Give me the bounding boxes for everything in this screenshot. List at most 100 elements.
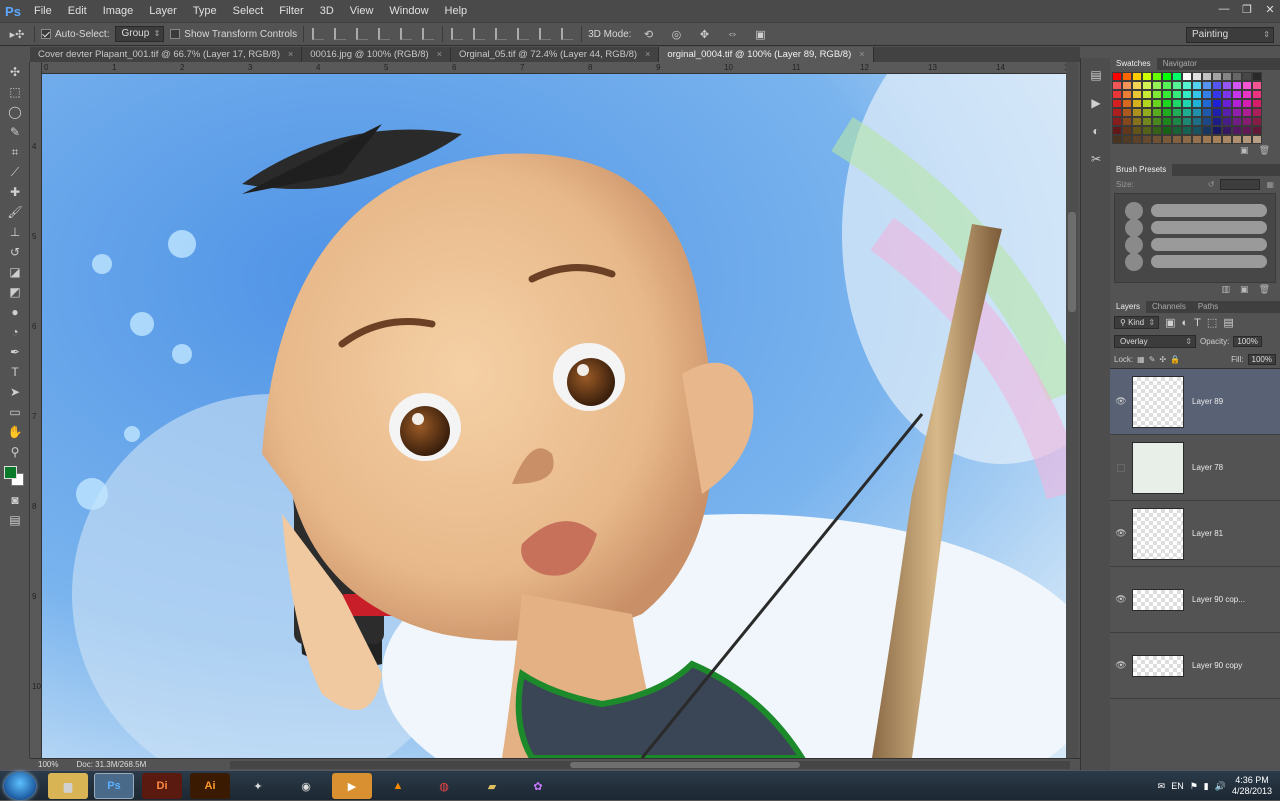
filter-type-icon[interactable]: T [1194,317,1201,329]
3d-roll-icon[interactable]: ◎ [665,26,687,42]
quick-mask-icon[interactable]: ◙ [0,490,30,510]
color-swatch[interactable] [1242,135,1252,144]
distribute-bottom-icon[interactable] [495,28,508,40]
taskbar-app11[interactable]: ✿ [518,773,558,799]
trash-icon[interactable]: 🗑 [1259,284,1270,295]
align-top-icon[interactable] [312,28,325,40]
taskbar-chrome[interactable]: ◍ [424,773,464,799]
color-swatch[interactable] [1152,117,1162,126]
color-swatch[interactable] [1212,135,1222,144]
color-swatch[interactable] [1182,126,1192,135]
color-swatch[interactable] [1232,72,1242,81]
menu-image[interactable]: Image [95,0,142,22]
tab-navigator[interactable]: Navigator [1157,58,1203,70]
color-swatch[interactable] [1182,90,1192,99]
color-swatch[interactable] [1252,72,1262,81]
brush-preset[interactable] [1125,202,1267,220]
color-swatch[interactable] [1162,81,1172,90]
new-swatch-icon[interactable]: ▣ [1240,145,1249,156]
toggle-brush-panel-icon[interactable]: ▥ [1222,284,1231,295]
color-swatch[interactable] [1152,72,1162,81]
tab-document-4[interactable]: orginal_0004.tif @ 100% (Layer 89, RGB/8… [659,47,874,62]
color-swatch[interactable] [1112,90,1122,99]
close-icon[interactable]: × [437,47,442,62]
filter-smart-icon[interactable]: ▤ [1223,316,1233,329]
color-swatch[interactable] [1252,81,1262,90]
color-swatch[interactable] [1122,72,1132,81]
lasso-icon[interactable]: ◯ [0,102,30,122]
volume-icon[interactable]: 🔊 [1215,781,1226,792]
align-left-icon[interactable] [378,28,391,40]
color-swatch[interactable] [1112,117,1122,126]
taskbar-media[interactable]: ▶ [332,773,372,799]
color-swatch[interactable] [1222,117,1232,126]
color-swatch[interactable] [1192,99,1202,108]
distribute-left-icon[interactable] [517,28,530,40]
brush-preset[interactable] [1125,236,1267,254]
workspace-dropdown[interactable]: Painting [1186,27,1274,43]
3d-rotate-icon[interactable]: ⟲ [637,26,659,42]
distribute-right-icon[interactable] [561,28,574,40]
color-swatch[interactable] [1162,135,1172,144]
align-middle-icon[interactable] [334,28,347,40]
eraser-icon[interactable]: ◪ [0,262,30,282]
layer-row[interactable]: Layer 78 [1110,435,1280,501]
opacity-input[interactable]: 100% [1233,336,1262,347]
visibility-off-box[interactable] [1117,463,1125,472]
color-swatch[interactable] [1132,108,1142,117]
move-tool-preset-icon[interactable]: ▸✣ [6,26,28,42]
color-swatch[interactable] [1152,126,1162,135]
color-swatch[interactable] [1142,117,1152,126]
color-swatch[interactable] [1192,126,1202,135]
color-swatch[interactable] [1242,117,1252,126]
color-swatch[interactable] [1222,108,1232,117]
zoom-level[interactable]: 100% [30,760,66,769]
color-swatch[interactable] [1252,90,1262,99]
color-swatch[interactable] [1212,81,1222,90]
network-icon[interactable]: ▮ [1204,781,1209,792]
color-swatch[interactable] [1142,72,1152,81]
color-swatch[interactable] [1122,99,1132,108]
tab-brush-presets[interactable]: Brush Presets [1110,164,1173,176]
filter-pixel-icon[interactable]: ▣ [1165,316,1175,329]
taskbar-explorer[interactable]: ▆ [48,773,88,799]
eye-icon[interactable]: 👁 [1110,396,1132,407]
color-swatch[interactable] [1142,135,1152,144]
color-swatch[interactable] [1232,99,1242,108]
brush-preset[interactable] [1125,219,1267,237]
move-icon[interactable]: ✣ [0,62,30,82]
distribute-top-icon[interactable] [451,28,464,40]
brush-icon[interactable]: 🖌 [0,202,30,222]
color-swatch[interactable] [1112,81,1122,90]
color-swatch[interactable] [1212,72,1222,81]
screen-mode-icon[interactable]: ▤ [0,510,30,530]
language-indicator[interactable]: EN [1171,781,1184,791]
quick-select-icon[interactable]: ✎ [0,122,30,142]
color-swatch[interactable] [1142,126,1152,135]
color-swatch[interactable] [1222,99,1232,108]
layer-name[interactable]: Layer 89 [1192,397,1223,406]
menu-view[interactable]: View [342,0,382,22]
color-swatch[interactable] [1202,72,1212,81]
color-swatch[interactable] [1232,117,1242,126]
color-swatch[interactable] [1122,135,1132,144]
layer-row[interactable]: 👁 Layer 81 [1110,501,1280,567]
menu-window[interactable]: Window [381,0,436,22]
taskbar-folder[interactable]: ▰ [472,773,512,799]
taskbar-vlc[interactable]: ▲ [378,773,418,799]
color-swatch[interactable] [1122,90,1132,99]
color-swatch[interactable] [1192,108,1202,117]
swatch-grid[interactable] [1112,72,1280,144]
layer-name[interactable]: Layer 81 [1192,529,1223,538]
hand-icon[interactable]: ✋ [0,422,30,442]
reset-icon[interactable]: ↺ [1208,180,1215,189]
align-right-icon[interactable] [422,28,435,40]
color-swatch[interactable] [1192,135,1202,144]
color-swatch[interactable] [1222,81,1232,90]
layer-row[interactable]: 👁 Layer 90 cop... [1110,567,1280,633]
menu-select[interactable]: Select [225,0,272,22]
color-swatch[interactable] [1142,108,1152,117]
color-swatch[interactable] [1242,99,1252,108]
3d-slide-icon[interactable]: ⇔ [721,26,743,42]
color-swatch[interactable] [1112,99,1122,108]
